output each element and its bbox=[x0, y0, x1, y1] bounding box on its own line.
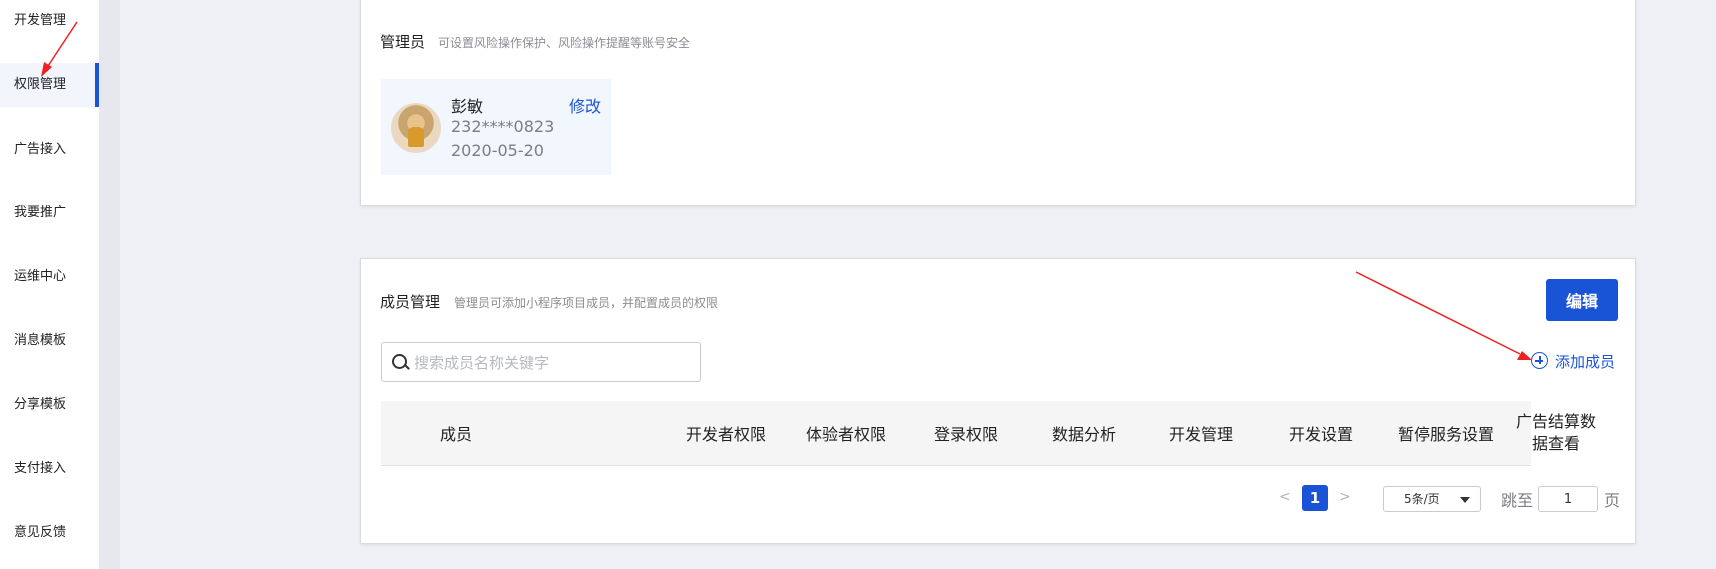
sidebar-item-ad-access[interactable]: 广告接入 bbox=[0, 128, 99, 172]
column-header-dev-management: 开发管理 bbox=[1168, 425, 1233, 444]
avatar bbox=[391, 103, 441, 153]
column-header-developer: 开发者权限 bbox=[685, 425, 766, 444]
column-header-login: 登录权限 bbox=[933, 425, 998, 444]
admin-phone: 232****0823 bbox=[451, 117, 555, 136]
sidebar-item-share-template[interactable]: 分享模板 bbox=[0, 383, 99, 427]
sidebar-item-dev-management[interactable]: 开发管理 bbox=[0, 0, 99, 42]
add-member-label: 添加成员 bbox=[1555, 353, 1616, 371]
sidebar-item-label: 运维中心 bbox=[14, 269, 67, 284]
column-header-dev-settings: 开发设置 bbox=[1288, 425, 1353, 444]
sidebar-gutter bbox=[100, 0, 120, 569]
column-header-data-analysis: 数据分析 bbox=[1051, 425, 1116, 444]
next-page-button[interactable]: > bbox=[1339, 489, 1351, 505]
page-size-value: 5条/页 bbox=[1404, 492, 1440, 506]
member-card-description: 管理员可添加小程序项目成员，并配置成员的权限 bbox=[454, 296, 719, 310]
sidebar: 开发管理 权限管理 广告接入 我要推广 运维中心 消息模板 分享模板 支付接入 … bbox=[0, 0, 100, 569]
column-header-member: 成员 bbox=[440, 425, 473, 444]
page-suffix-label: 页 bbox=[1604, 491, 1621, 510]
edit-button[interactable]: 编辑 bbox=[1546, 279, 1618, 321]
column-header-tester: 体验者权限 bbox=[805, 425, 886, 444]
search-icon bbox=[392, 354, 407, 369]
sidebar-item-message-template[interactable]: 消息模板 bbox=[0, 319, 99, 363]
add-member-button[interactable]: 添加成员 bbox=[1531, 351, 1621, 371]
sidebar-item-promotion[interactable]: 我要推广 bbox=[0, 191, 99, 235]
admin-card-title: 管理员 bbox=[380, 33, 426, 51]
sidebar-item-label: 开发管理 bbox=[14, 13, 67, 28]
jump-label: 跳至 bbox=[1501, 491, 1534, 510]
sidebar-item-label: 消息模板 bbox=[14, 333, 67, 348]
member-search bbox=[381, 342, 701, 383]
search-input[interactable] bbox=[412, 343, 686, 383]
sidebar-item-ops-center[interactable]: 运维中心 bbox=[0, 255, 99, 299]
plus-circle-icon bbox=[1531, 352, 1548, 369]
sidebar-item-label: 支付接入 bbox=[14, 461, 67, 476]
sidebar-item-label: 分享模板 bbox=[14, 397, 67, 412]
sidebar-item-feedback[interactable]: 意见反馈 bbox=[0, 511, 99, 555]
sidebar-item-permission-management[interactable]: 权限管理 bbox=[0, 63, 99, 107]
column-header-pause-service: 暂停服务设置 bbox=[1397, 425, 1494, 444]
member-table-header: 成员 开发者权限 体验者权限 登录权限 数据分析 开发管理 开发设置 暂停服务设… bbox=[381, 401, 1596, 466]
admin-card: 管理员 可设置风险操作保护、风险操作提醒等账号安全 彭敏 232****0823… bbox=[360, 0, 1636, 206]
admin-date: 2020-05-20 bbox=[451, 141, 544, 160]
page-number-current[interactable]: 1 bbox=[1302, 485, 1328, 511]
member-card-title: 成员管理 bbox=[380, 293, 441, 311]
member-card: 成员管理 管理员可添加小程序项目成员，并配置成员的权限 编辑 添加成员 成员 开… bbox=[360, 258, 1636, 544]
prev-page-button[interactable]: < bbox=[1279, 489, 1291, 505]
sidebar-item-label: 权限管理 bbox=[14, 77, 67, 92]
admin-card-description: 可设置风险操作保护、风险操作提醒等账号安全 bbox=[438, 36, 691, 50]
jump-page-input[interactable] bbox=[1538, 486, 1598, 512]
sidebar-item-payment-access[interactable]: 支付接入 bbox=[0, 447, 99, 491]
edit-admin-link[interactable]: 修改 bbox=[569, 93, 601, 117]
caret-down-icon bbox=[1460, 497, 1470, 503]
page-size-select[interactable]: 5条/页 bbox=[1383, 486, 1481, 512]
column-header-ad-settlement: 广告结算数据查看 bbox=[1515, 412, 1596, 453]
admin-info-box: 彭敏 232****0823 2020-05-20 修改 bbox=[381, 79, 611, 175]
admin-name: 彭敏 bbox=[451, 97, 484, 116]
sidebar-item-label: 广告接入 bbox=[14, 142, 67, 157]
sidebar-item-label: 意见反馈 bbox=[14, 525, 67, 540]
sidebar-item-label: 我要推广 bbox=[14, 205, 67, 220]
